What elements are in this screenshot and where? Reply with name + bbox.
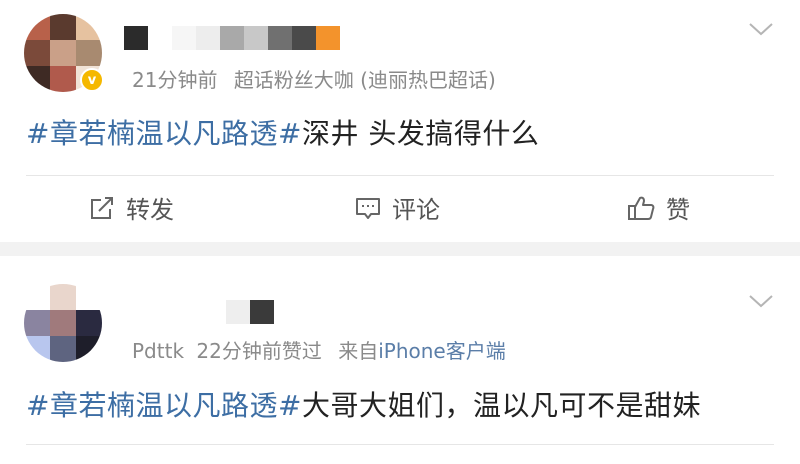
chevron-down-icon[interactable] [748,294,774,308]
post-text: 深井 头发搞得什么 [301,117,540,150]
username-pixelated[interactable] [124,26,340,50]
like-label: 赞 [666,196,690,224]
feed-post: Pdttk 22分钟前赞过 来自iPhone客户端 #章若楠温以凡路透#大哥大姐… [0,256,800,464]
topic-hashtag[interactable]: #章若楠温以凡路透# [26,117,302,150]
meta-user[interactable]: Pdttk [132,339,184,363]
feed-separator [0,242,800,256]
like-icon [628,196,655,220]
comment-label: 评论 [392,196,440,224]
meta-from: 来自 [338,339,379,363]
post-content: #章若楠温以凡路透#深井 头发搞得什么 [26,112,539,152]
topic-hashtag[interactable]: #章若楠温以凡路透# [26,389,302,422]
like-button[interactable]: 赞 [626,190,690,225]
username-pixelated[interactable] [226,300,274,324]
post-content: #章若楠温以凡路透#大哥大姐们，温以凡可不是甜妹 [26,384,701,424]
avatar[interactable] [24,284,102,362]
post-text: 大哥大姐们，温以凡可不是甜妹 [301,389,701,422]
comment-icon [356,197,380,219]
verified-badge-icon: v [80,68,104,92]
comment-button[interactable]: 评论 [354,190,440,225]
post-meta: Pdttk 22分钟前赞过 来自iPhone客户端 [132,335,506,364]
post-source[interactable]: iPhone客户端 [378,339,506,363]
divider [26,444,774,445]
post-source[interactable]: 超话粉丝大咖 (迪丽热巴超话) [234,68,496,92]
repost-label: 转发 [126,196,174,224]
feed-post: v 21分钟前 超话粉丝大咖 (迪丽热巴超话) #章若楠温以凡路透#深井 头发搞… [0,0,800,242]
post-time: 21分钟前 [132,68,218,92]
chevron-down-icon[interactable] [748,22,774,36]
avatar-pixelated [24,284,102,362]
repost-icon [91,196,113,219]
post-meta: 21分钟前 超话粉丝大咖 (迪丽热巴超话) [132,64,496,93]
post-time: 22分钟前赞过 [196,339,322,363]
divider [26,175,774,176]
repost-button[interactable]: 转发 [88,190,174,225]
